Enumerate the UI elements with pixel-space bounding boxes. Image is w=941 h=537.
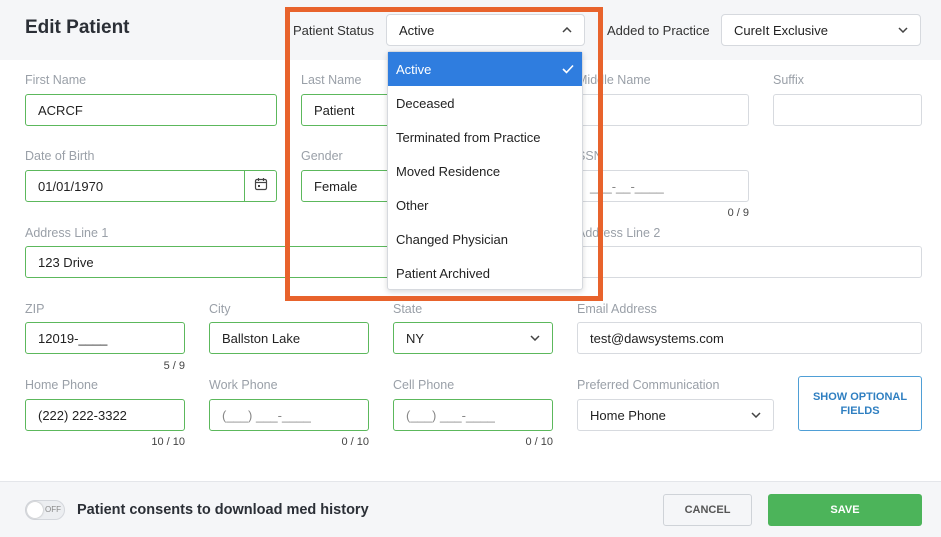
first-name-value: ACRCF xyxy=(38,102,83,118)
address2-label: Address Line 2 xyxy=(577,226,661,240)
patient-status-label: Patient Status xyxy=(293,23,374,38)
toggle-state-label: OFF xyxy=(45,505,61,514)
consent-text: Patient consents to download med history xyxy=(77,502,369,518)
status-option-active[interactable]: Active xyxy=(388,52,582,86)
added-to-practice-value: CureIt Exclusive xyxy=(734,22,828,38)
middle-name-label: Middle Name xyxy=(577,73,651,87)
zip-label: ZIP xyxy=(25,302,45,316)
dob-label: Date of Birth xyxy=(25,149,95,163)
status-option-label: Changed Physician xyxy=(396,231,509,247)
chevron-down-icon xyxy=(530,332,540,344)
state-value: NY xyxy=(406,330,425,346)
home-phone-label: Home Phone xyxy=(25,378,98,392)
page-title: Edit Patient xyxy=(25,17,130,38)
chevron-down-icon xyxy=(751,409,761,421)
gender-value: Female xyxy=(314,178,358,194)
toggle-knob xyxy=(27,502,43,518)
status-option-label: Active xyxy=(396,61,432,77)
calendar-button[interactable] xyxy=(244,170,277,202)
added-to-practice-select[interactable]: CureIt Exclusive xyxy=(721,14,921,46)
first-name-input[interactable]: ACRCF xyxy=(25,94,277,126)
zip-value: 12019-____ xyxy=(38,330,108,346)
dob-input[interactable]: 01/01/1970 xyxy=(25,170,246,202)
city-label: City xyxy=(209,302,231,316)
patient-status-value: Active xyxy=(399,22,435,38)
status-option-changed-physician[interactable]: Changed Physician xyxy=(388,222,582,256)
checkmark-icon xyxy=(562,62,574,77)
address2-input[interactable] xyxy=(577,246,922,278)
home-phone-input[interactable]: (222) 222-3322 xyxy=(25,399,185,431)
cell-phone-placeholder: (___) ___-____ xyxy=(406,407,495,423)
ssn-counter: 0 / 9 xyxy=(727,207,749,219)
address1-label: Address Line 1 xyxy=(25,226,109,240)
cancel-button[interactable]: CANCEL xyxy=(663,494,752,526)
ssn-placeholder: ___-__-____ xyxy=(590,178,664,194)
status-option-terminated[interactable]: Terminated from Practice xyxy=(388,120,582,154)
cell-phone-label: Cell Phone xyxy=(393,378,455,392)
email-input[interactable]: test@dawsystems.com xyxy=(577,322,922,354)
last-name-label: Last Name xyxy=(301,73,362,87)
work-phone-input[interactable]: (___) ___-____ xyxy=(209,399,369,431)
chevron-down-icon xyxy=(898,24,908,36)
state-label: State xyxy=(393,302,423,316)
pref-comm-select[interactable]: Home Phone xyxy=(577,399,774,431)
first-name-label: First Name xyxy=(25,73,87,87)
email-label: Email Address xyxy=(577,302,657,316)
city-value: Ballston Lake xyxy=(222,330,301,346)
status-option-moved[interactable]: Moved Residence xyxy=(388,154,582,188)
last-name-value: Patient xyxy=(314,102,355,118)
status-option-deceased[interactable]: Deceased xyxy=(388,86,582,120)
cell-phone-counter: 0 / 10 xyxy=(525,436,553,448)
dob-value: 01/01/1970 xyxy=(38,178,104,194)
work-phone-placeholder: (___) ___-____ xyxy=(222,407,311,423)
status-option-label: Other xyxy=(396,197,429,213)
home-phone-counter: 10 / 10 xyxy=(151,436,185,448)
show-optional-fields-button[interactable]: SHOW OPTIONAL FIELDS xyxy=(798,376,922,431)
suffix-input[interactable] xyxy=(773,94,922,126)
status-option-archived[interactable]: Patient Archived xyxy=(388,256,582,290)
consent-toggle[interactable]: OFF xyxy=(25,500,65,520)
status-option-label: Terminated from Practice xyxy=(396,129,541,145)
status-option-other[interactable]: Other xyxy=(388,188,582,222)
status-option-label: Patient Archived xyxy=(396,265,490,281)
zip-input[interactable]: 12019-____ xyxy=(25,322,185,354)
pref-comm-value: Home Phone xyxy=(590,407,666,423)
chevron-up-icon xyxy=(562,24,572,36)
work-phone-label: Work Phone xyxy=(209,378,278,392)
pref-comm-label: Preferred Communication xyxy=(577,378,720,392)
save-button[interactable]: SAVE xyxy=(768,494,922,526)
email-value: test@dawsystems.com xyxy=(590,330,724,346)
gender-label: Gender xyxy=(301,149,343,163)
zip-counter: 5 / 9 xyxy=(163,360,185,372)
status-option-label: Deceased xyxy=(396,95,455,111)
suffix-label: Suffix xyxy=(773,73,805,87)
added-to-practice-label: Added to Practice xyxy=(607,23,710,38)
work-phone-counter: 0 / 10 xyxy=(341,436,369,448)
middle-name-input[interactable] xyxy=(577,94,749,126)
calendar-icon xyxy=(254,177,268,196)
state-select[interactable]: NY xyxy=(393,322,553,354)
ssn-input[interactable]: ___-__-____ xyxy=(577,170,749,202)
show-optional-fields-label: SHOW OPTIONAL FIELDS xyxy=(812,390,908,417)
city-input[interactable]: Ballston Lake xyxy=(209,322,369,354)
address1-value: 123 Drive xyxy=(38,254,94,270)
status-option-label: Moved Residence xyxy=(396,163,501,179)
patient-status-select[interactable]: Active xyxy=(386,14,585,46)
home-phone-value: (222) 222-3322 xyxy=(38,407,127,423)
cell-phone-input[interactable]: (___) ___-____ xyxy=(393,399,553,431)
patient-status-dropdown: Active Deceased Terminated from Practice… xyxy=(387,51,583,290)
